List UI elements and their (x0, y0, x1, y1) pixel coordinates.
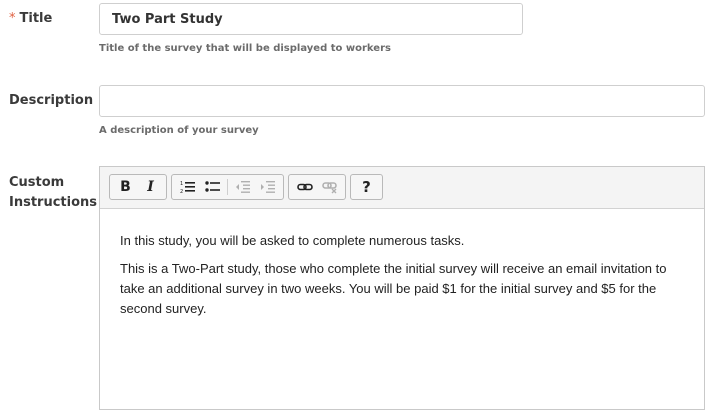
bulleted-list-icon (204, 181, 220, 192)
link-group (288, 174, 346, 200)
custom-instructions-label-line2: Instructions (9, 195, 98, 210)
description-help-text: A description of your survey (99, 125, 259, 136)
help-group: ? (350, 174, 383, 200)
title-label-text: Title (19, 11, 53, 26)
indent-button[interactable] (255, 176, 280, 198)
rich-text-editor: B I 1 2 ? In this study, you will be ask… (99, 166, 705, 410)
title-label: * Title (9, 9, 52, 29)
outdent-button[interactable] (230, 176, 255, 198)
italic-button[interactable]: I (138, 176, 163, 198)
description-label: Description (9, 93, 94, 108)
link-button[interactable] (292, 176, 317, 198)
title-help-text: Title of the survey that will be display… (99, 43, 391, 54)
basic-styles-group: B I (109, 174, 167, 200)
bulleted-list-button[interactable] (200, 176, 225, 198)
instructions-paragraph-1: In this study, you will be asked to comp… (120, 233, 465, 248)
description-input[interactable] (99, 85, 705, 117)
instructions-paragraph-2: This is a Two-Part study, those who comp… (120, 261, 667, 316)
required-marker: * (9, 11, 16, 26)
outdent-icon (235, 181, 250, 193)
editor-content[interactable]: In this study, you will be asked to comp… (100, 209, 704, 319)
unlink-icon (321, 182, 337, 194)
help-button[interactable]: ? (354, 176, 379, 198)
editor-toolbar: B I 1 2 ? (100, 167, 704, 209)
link-icon (296, 183, 313, 191)
numbered-list-icon: 1 2 (180, 181, 195, 194)
bold-button[interactable]: B (113, 176, 138, 198)
numbered-list-button[interactable]: 1 2 (175, 176, 200, 198)
toolbar-separator (227, 179, 228, 195)
list-group: 1 2 (171, 174, 284, 200)
svg-text:2: 2 (180, 189, 183, 194)
custom-instructions-label: Custom Instructions (9, 173, 97, 213)
survey-form: *Title Title of the survey that will be … (0, 0, 716, 417)
title-input[interactable] (99, 3, 523, 35)
indent-icon (260, 181, 275, 193)
svg-text:1: 1 (180, 181, 183, 187)
custom-instructions-label-line1: Custom (9, 175, 65, 190)
unlink-button[interactable] (317, 176, 342, 198)
